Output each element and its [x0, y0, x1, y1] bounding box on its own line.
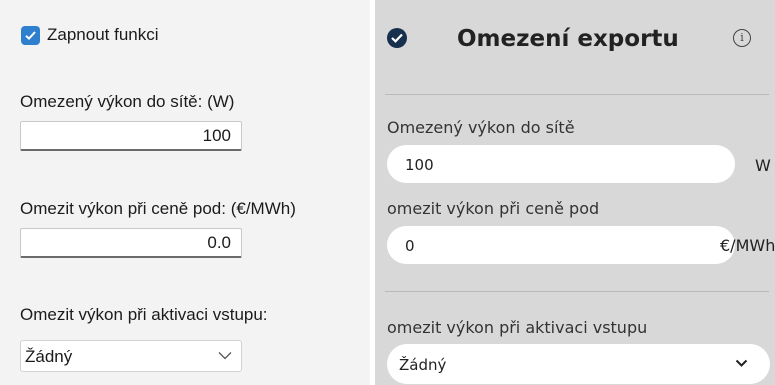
input-activation-select[interactable]: Žádný: [20, 340, 242, 372]
price-limit-unit: €/MWh: [720, 236, 775, 255]
export-limit-input[interactable]: 100: [20, 121, 242, 151]
input-activation-label: Omezit výkon při aktivaci vstupu:: [20, 305, 268, 324]
enable-function-label[interactable]: Zapnout funkci: [47, 25, 159, 45]
export-limit-unit: W: [755, 156, 771, 175]
checkmark-icon: [25, 31, 36, 41]
price-limit-label: Omezit výkon při ceně pod: (€/MWh): [20, 199, 296, 218]
check-circle-icon: [387, 28, 407, 48]
input-activation-value: Žádný: [25, 347, 73, 366]
info-icon[interactable]: i: [733, 29, 751, 47]
input-activation-label: omezit výkon při aktivaci vstupu: [387, 318, 648, 337]
export-limit-field[interactable]: 100: [387, 145, 735, 183]
input-activation-select[interactable]: Žádný: [387, 344, 770, 384]
export-limit-label: Omezený výkon do sítě: [387, 118, 575, 137]
export-limit-label: Omezený výkon do sítě: (W): [20, 92, 235, 111]
input-activation-value: Žádný: [399, 356, 447, 374]
chevron-down-icon: [735, 359, 748, 367]
divider: [385, 291, 769, 292]
divider: [385, 94, 769, 95]
price-limit-field[interactable]: 0: [387, 226, 735, 264]
price-limit-label: omezit výkon při ceně pod: [387, 199, 600, 218]
chevron-down-icon: [218, 352, 232, 360]
right-settings-panel: Omezení exportu i Omezený výkon do sítě …: [375, 0, 775, 385]
left-settings-pane: Zapnout funkci Omezený výkon do sítě: (W…: [0, 0, 370, 385]
price-limit-input[interactable]: 0.0: [20, 228, 242, 258]
enable-function-checkbox[interactable]: [21, 26, 40, 45]
panel-title: Omezení exportu: [457, 26, 679, 52]
